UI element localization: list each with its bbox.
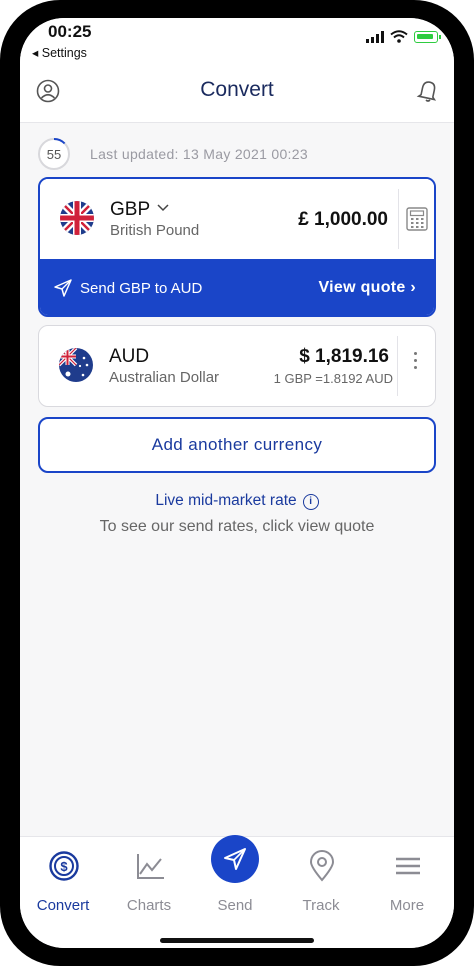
tab-label: Charts [126,897,172,914]
tab-charts[interactable]: Charts [106,837,192,917]
target-currency-name: Australian Dollar [109,369,220,386]
svg-text:$: $ [60,859,68,874]
source-amount-input[interactable]: £ 1,000.00 [298,209,388,231]
target-amount: $ 1,819.16 [299,346,389,367]
target-currency-code: AUD [109,346,150,367]
view-quote-button[interactable]: View quote › [318,279,416,297]
tab-track[interactable]: Track [278,837,364,917]
calculator-icon[interactable] [406,207,428,231]
source-currency-card: GBP British Pound £ 1,000.00 Send GBP to… [38,177,436,317]
page-title: Convert [200,78,274,101]
send-gbp-to-aud-label: Send GBP to AUD [80,280,203,297]
tab-label: Send [217,897,253,914]
wifi-icon [390,30,408,43]
bell-icon[interactable] [416,78,440,104]
menu-icon [396,857,420,875]
signal-icon [366,30,384,43]
uk-flag-icon [60,201,94,235]
back-to-settings-link[interactable]: ◂ Settings [32,45,87,60]
tab-more[interactable]: More [364,837,450,917]
status-bar: 00:25 ◂ Settings [20,18,454,66]
status-time: 00:25 [48,22,92,41]
tab-label: Track [302,897,340,914]
countdown-progress-arc [53,138,66,145]
tab-send[interactable]: Send [192,835,278,917]
tab-convert[interactable]: $ Convert [20,837,106,917]
line-chart-icon [137,854,164,879]
divider [397,336,398,396]
add-currency-button[interactable]: Add another currency [38,417,436,473]
app-screen: 00:25 ◂ Settings Convert 55 Last updated… [20,18,454,948]
tab-label: More [389,897,425,914]
home-indicator [160,938,314,943]
app-header: Convert [20,66,454,123]
location-pin-icon [309,850,335,882]
tab-label: Convert [36,897,90,914]
paper-plane-icon [54,279,72,297]
live-rate-info[interactable]: Live mid-market rate i [20,492,454,510]
send-fab[interactable] [211,835,259,883]
status-icons [366,30,441,43]
chevron-down-icon[interactable] [157,204,169,212]
source-currency-name: British Pound [110,222,200,239]
more-options-icon[interactable] [412,348,418,373]
phone-frame: 00:25 ◂ Settings Convert 55 Last updated… [0,0,474,966]
source-currency-code: GBP [110,199,151,220]
source-currency-row[interactable]: GBP British Pound £ 1,000.00 [40,179,434,259]
paper-plane-icon [224,848,246,870]
send-rates-hint: To see our send rates, click view quote [99,518,375,535]
bottom-tab-bar: $ Convert Charts Send Track More [20,835,454,948]
exchange-rate-text: 1 GBP =1.8192 AUD [273,371,393,386]
last-updated-text: Last updated: 13 May 2021 00:23 [90,146,308,162]
info-icon[interactable]: i [302,494,319,510]
divider [398,189,399,249]
battery-icon [414,30,441,43]
send-quote-bar[interactable]: Send GBP to AUD View quote › [40,259,434,315]
australia-flag-icon [59,348,93,382]
currency-circle-icon: $ [49,851,79,881]
target-currency-card[interactable]: AUD Australian Dollar $ 1,819.16 1 GBP =… [38,325,436,407]
live-rate-label: Live mid-market rate [155,492,297,509]
